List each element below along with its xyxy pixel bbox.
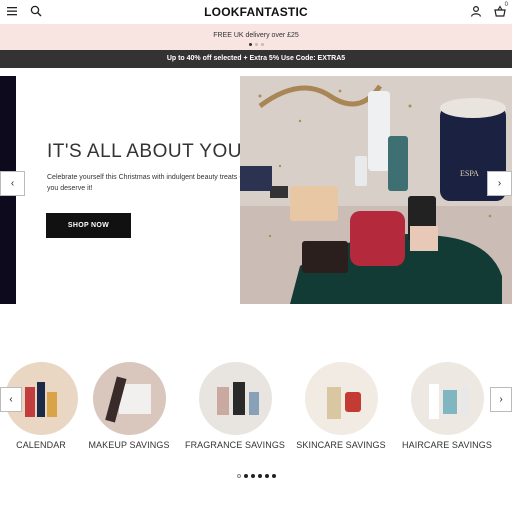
candle-brand-text: ESPA (460, 169, 479, 178)
category-next-button[interactable]: › (490, 387, 512, 412)
banner-dot[interactable] (248, 43, 252, 46)
hero-next-button[interactable]: › (487, 171, 512, 196)
category-image (198, 362, 272, 435)
promo-bar-text: Up to 40% off selected + Extra 5% Use Co… (166, 55, 346, 62)
category-label: MAKEUP SAVINGS (88, 440, 170, 450)
shop-now-button[interactable]: SHOP NOW (46, 213, 131, 238)
carousel-dot[interactable] (250, 474, 255, 478)
hero-product-image[interactable]: ESPA (240, 76, 512, 304)
chevron-right-icon: › (499, 394, 503, 405)
carousel-dot[interactable] (243, 474, 248, 478)
carousel-dot[interactable] (271, 474, 276, 478)
hero-subtitle: Celebrate yourself this Christmas with i… (47, 174, 242, 192)
chevron-right-icon: › (497, 178, 502, 189)
delivery-banner[interactable]: FREE UK delivery over £25 (0, 24, 512, 50)
banner-dot[interactable] (254, 43, 258, 46)
category-carousel-dots (0, 474, 512, 478)
site-logo[interactable]: LOOKFANTASTIC (0, 5, 512, 19)
category-tile-haircare-savings[interactable]: HAIRCARE SAVINGS (393, 362, 501, 450)
hero-title: IT'S ALL ABOUT YOU (47, 141, 242, 162)
basket-count-badge: 0 (504, 2, 508, 8)
category-tile-makeup-savings[interactable]: MAKEUP SAVINGS (75, 362, 183, 450)
promo-bar[interactable]: Up to 40% off selected + Extra 5% Use Co… (0, 50, 512, 68)
category-prev-button[interactable]: ‹ (0, 387, 22, 412)
category-image (410, 362, 484, 435)
carousel-dot[interactable] (236, 474, 241, 478)
delivery-banner-text: FREE UK delivery over £25 (213, 32, 299, 39)
category-tile-fragrance-savings[interactable]: FRAGRANCE SAVINGS (181, 362, 289, 450)
category-tile-skincare-savings[interactable]: SKINCARE SAVINGS (287, 362, 395, 450)
banner-dot[interactable] (260, 43, 264, 46)
carousel-dot[interactable] (257, 474, 262, 478)
delivery-banner-dots (0, 43, 512, 46)
hero-banner: IT'S ALL ABOUT YOU Celebrate yourself th… (0, 76, 512, 304)
category-carousel: CALENDAR MAKEUP SAVINGS FRAGRANCE SAVING… (0, 362, 512, 457)
site-header: LOOKFANTASTIC 0 (0, 0, 512, 24)
carousel-dot[interactable] (264, 474, 269, 478)
category-image (92, 362, 166, 435)
category-label: HAIRCARE SAVINGS (402, 440, 492, 450)
category-image (304, 362, 378, 435)
category-label: SKINCARE SAVINGS (296, 440, 386, 450)
chevron-left-icon: ‹ (10, 178, 15, 189)
category-label: FRAGRANCE SAVINGS (184, 440, 286, 450)
chevron-left-icon: ‹ (9, 394, 13, 405)
hero-prev-button[interactable]: ‹ (0, 171, 25, 196)
account-icon[interactable] (470, 4, 486, 20)
